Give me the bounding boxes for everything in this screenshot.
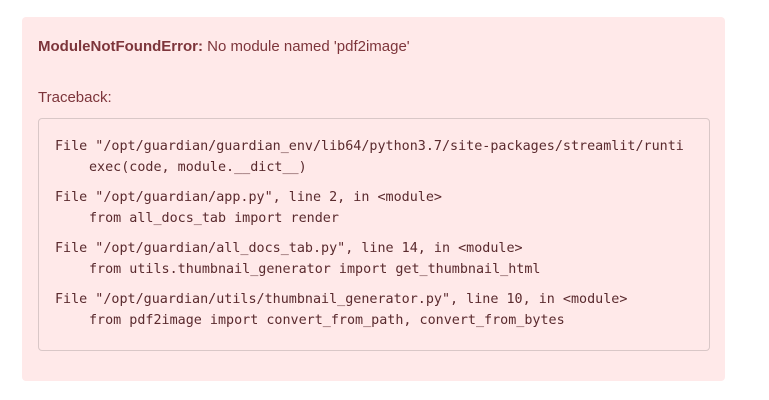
error-type: ModuleNotFoundError: [38, 38, 203, 55]
frame-location: File "/opt/guardian/utils/thumbnail_gene… [55, 292, 628, 307]
traceback-frame: File "/opt/guardian/all_docs_tab.py", li… [55, 238, 709, 280]
frame-location: File "/opt/guardian/all_docs_tab.py", li… [55, 241, 523, 256]
error-panel: ModuleNotFoundError: No module named 'pd… [22, 17, 725, 381]
frame-code: from pdf2image import convert_from_path,… [89, 313, 565, 328]
traceback-frames: File "/opt/guardian/guardian_env/lib64/p… [55, 136, 709, 340]
frame-location: File "/opt/guardian/app.py", line 2, in … [55, 190, 442, 205]
traceback-label: Traceback: [38, 89, 112, 106]
error-message: No module named 'pdf2image' [202, 38, 410, 55]
traceback-frame: File "/opt/guardian/guardian_env/lib64/p… [55, 136, 709, 178]
frame-code: exec(code, module.__dict__) [89, 160, 307, 175]
traceback-box[interactable]: File "/opt/guardian/guardian_env/lib64/p… [38, 118, 710, 351]
frame-code: from all_docs_tab import render [89, 211, 339, 226]
frame-code: from utils.thumbnail_generator import ge… [89, 262, 541, 277]
traceback-frame: File "/opt/guardian/utils/thumbnail_gene… [55, 289, 709, 331]
traceback-frame: File "/opt/guardian/app.py", line 2, in … [55, 187, 709, 229]
frame-location: File "/opt/guardian/guardian_env/lib64/p… [55, 139, 684, 154]
error-header: ModuleNotFoundError: No module named 'pd… [38, 37, 410, 57]
